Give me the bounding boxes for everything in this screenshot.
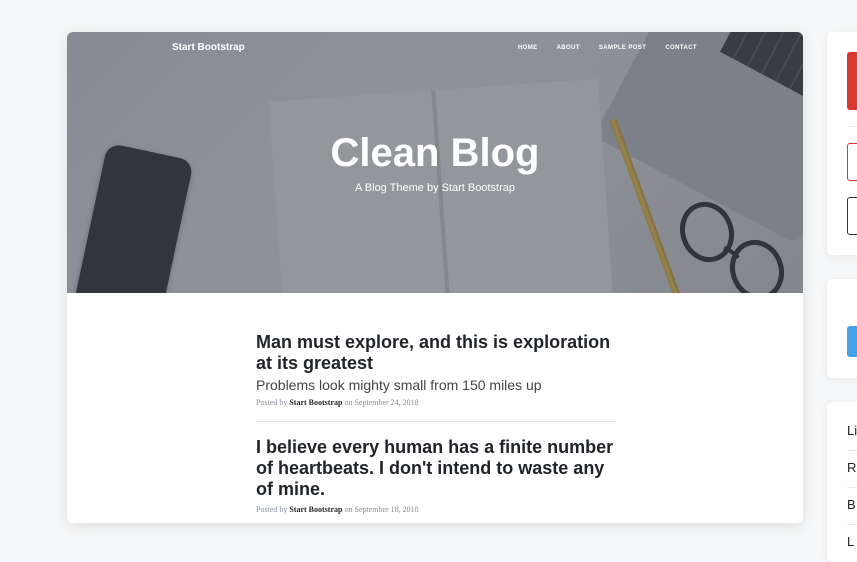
divider [847,450,857,451]
hero-header: Start Bootstrap HOME ABOUT SAMPLE POST C… [67,32,803,293]
post-date: September 18, 2018 [354,505,419,514]
post-date: September 24, 2018 [354,398,419,407]
site-subtitle: A Blog Theme by Start Bootstrap [355,182,515,194]
navbar-links: HOME ABOUT SAMPLE POST CONTACT [518,45,697,51]
sidebar-list-item[interactable]: L [847,534,854,549]
blog-preview-card: Start Bootstrap HOME ABOUT SAMPLE POST C… [67,32,803,523]
post-author-link[interactable]: Start Bootstrap [289,505,342,514]
sidebar-list-item[interactable]: R [847,460,856,475]
post-title-link[interactable]: Man must explore, and this is exploratio… [256,332,616,374]
nav-link-home[interactable]: HOME [518,45,538,51]
post-preview: Man must explore, and this is exploratio… [256,332,616,422]
post-author-link[interactable]: Start Bootstrap [289,398,342,407]
nav-link-sample-post[interactable]: SAMPLE POST [599,45,646,51]
outline-danger-button[interactable] [847,143,857,181]
post-meta-on: on [344,398,353,407]
post-meta-on: on [344,505,353,514]
post-list: Man must explore, and this is exploratio… [256,332,616,523]
post-meta-prefix: Posted by [256,398,288,407]
divider [847,126,857,127]
sidebar-list-item[interactable]: Li [847,423,857,438]
site-title: Clean Blog [330,131,540,175]
post-subtitle[interactable]: Problems look mighty small from 150 mile… [256,376,616,395]
primary-action-button[interactable] [847,52,857,110]
info-button[interactable] [847,326,857,357]
outline-dark-button[interactable] [847,197,857,235]
divider [847,487,857,488]
sidebar-card-list: Li R B L [827,402,857,562]
sidebar-card-actions [827,32,857,255]
nav-link-contact[interactable]: CONTACT [665,45,697,51]
nav-link-about[interactable]: ABOUT [557,45,580,51]
navbar-brand[interactable]: Start Bootstrap [172,42,245,53]
sidebar-list-item[interactable]: B [847,497,856,512]
post-meta: Posted by Start Bootstrap on September 2… [256,398,616,407]
post-title-link[interactable]: I believe every human has a finite numbe… [256,437,616,500]
sidebar-card-info [827,279,857,378]
post-meta: Posted by Start Bootstrap on September 1… [256,505,616,514]
divider [847,524,857,525]
post-meta-prefix: Posted by [256,505,288,514]
post-preview: I believe every human has a finite numbe… [256,437,616,523]
